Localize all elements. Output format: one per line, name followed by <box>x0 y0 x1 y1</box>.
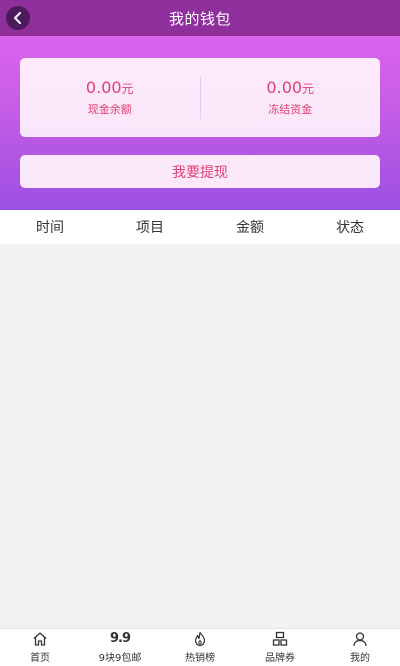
transaction-table-header: 时间 项目 金额 状态 <box>0 210 400 244</box>
frozen-amount: 0.00元 <box>266 78 314 99</box>
home-icon <box>33 632 47 646</box>
nav-item-nine-nine[interactable]: 9.9 9块9包邮 <box>80 629 160 666</box>
cash-amount-unit: 元 <box>121 82 134 96</box>
nav-label-mine: 我的 <box>350 653 370 664</box>
column-header-status: 状态 <box>336 220 364 236</box>
user-icon <box>353 632 367 647</box>
back-button[interactable] <box>6 6 30 30</box>
frozen-balance: 0.00元 冻结资金 <box>201 58 381 137</box>
nav-label-home: 首页 <box>30 653 50 664</box>
nav-item-home[interactable]: 首页 <box>0 629 80 666</box>
frozen-balance-label: 冻结资金 <box>268 103 313 116</box>
frozen-amount-value: 0.00 <box>266 78 303 97</box>
cash-amount-value: 0.00 <box>85 78 122 97</box>
transaction-list <box>0 244 400 628</box>
nav-label-brand-coupons: 品牌券 <box>265 653 295 664</box>
column-header-item: 项目 <box>136 220 164 236</box>
brand-icon <box>272 631 288 646</box>
cash-balance-label: 现金余额 <box>87 103 132 116</box>
cash-amount: 0.00元 <box>86 78 134 99</box>
nav-item-brand-coupons[interactable]: 品牌券 <box>240 629 320 666</box>
frozen-amount-unit: 元 <box>302 82 315 96</box>
balance-card: 0.00元 现金余额 0.00元 冻结资金 <box>20 58 380 137</box>
nav-label-hot-sales: 热销榜 <box>185 653 215 664</box>
nav-item-mine[interactable]: 我的 <box>320 629 400 666</box>
top-bar: 我的钱包 <box>0 0 400 36</box>
withdraw-button[interactable]: 我要提现 <box>20 155 380 188</box>
nav-label-nine-nine: 9块9包邮 <box>98 653 142 664</box>
column-header-time: 时间 <box>36 220 64 236</box>
chevron-left-icon <box>14 12 21 24</box>
nine-nine-icon: 9.9 <box>109 631 131 646</box>
nav-item-hot-sales[interactable]: 热销榜 <box>160 629 240 666</box>
bottom-nav: 首页 9.9 9块9包邮 热销榜 品牌券 我的 <box>0 628 400 666</box>
page-title: 我的钱包 <box>168 9 231 28</box>
column-header-amount: 金额 <box>236 220 264 236</box>
flame-icon <box>194 631 206 647</box>
cash-balance: 0.00元 现金余额 <box>20 58 200 137</box>
